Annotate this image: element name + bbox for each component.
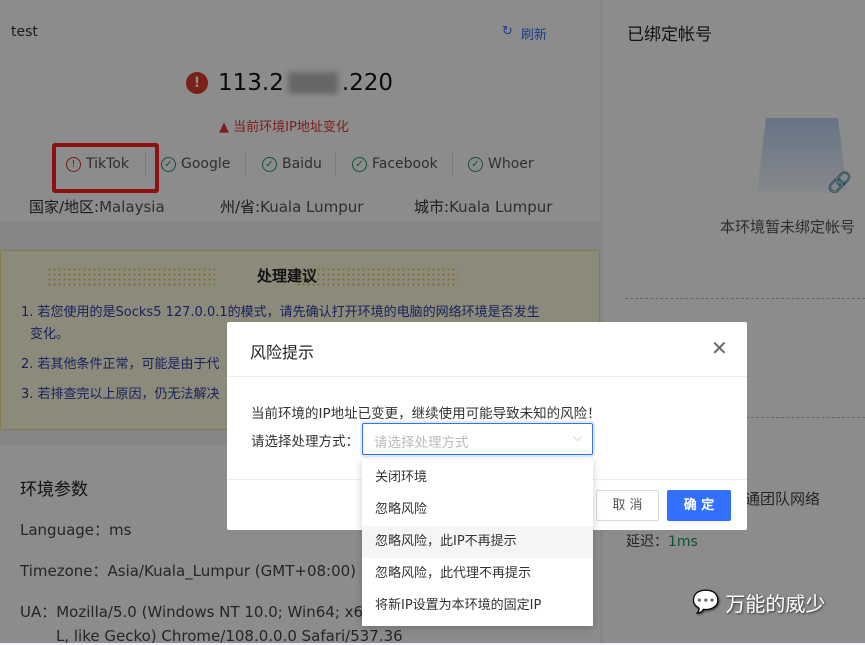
wechat-icon: 💬 [692, 590, 720, 615]
chevron-down-icon: ⌵ [572, 430, 582, 444]
select-label: 请选择处理方式： [251, 434, 359, 450]
cancel-button[interactable]: 取 消 [596, 490, 659, 521]
option-ignore-ip[interactable]: 忽略风险，此IP不再提示 [362, 526, 593, 558]
handling-select[interactable]: 请选择处理方式 ⌵ [362, 423, 593, 455]
handling-dropdown: 关闭环境 忽略风险 忽略风险，此IP不再提示 忽略风险，此代理不再提示 将新IP… [362, 459, 593, 626]
watermark: 💬 万能的威少 [692, 590, 826, 616]
close-icon[interactable]: ✕ [711, 336, 728, 360]
dialog-message: 当前环境的IP地址已变更，继续使用可能导致未知的风险！ [251, 406, 601, 422]
option-ignore-risk[interactable]: 忽略风险 [362, 494, 593, 526]
confirm-button[interactable]: 确 定 [667, 490, 731, 521]
option-close-env[interactable]: 关闭环境 [362, 462, 593, 494]
option-ignore-proxy[interactable]: 忽略风险，此代理不再提示 [362, 558, 593, 590]
option-set-fixed-ip[interactable]: 将新IP设置为本环境的固定IP [362, 590, 593, 622]
dialog-title: 风险提示 [250, 343, 315, 362]
